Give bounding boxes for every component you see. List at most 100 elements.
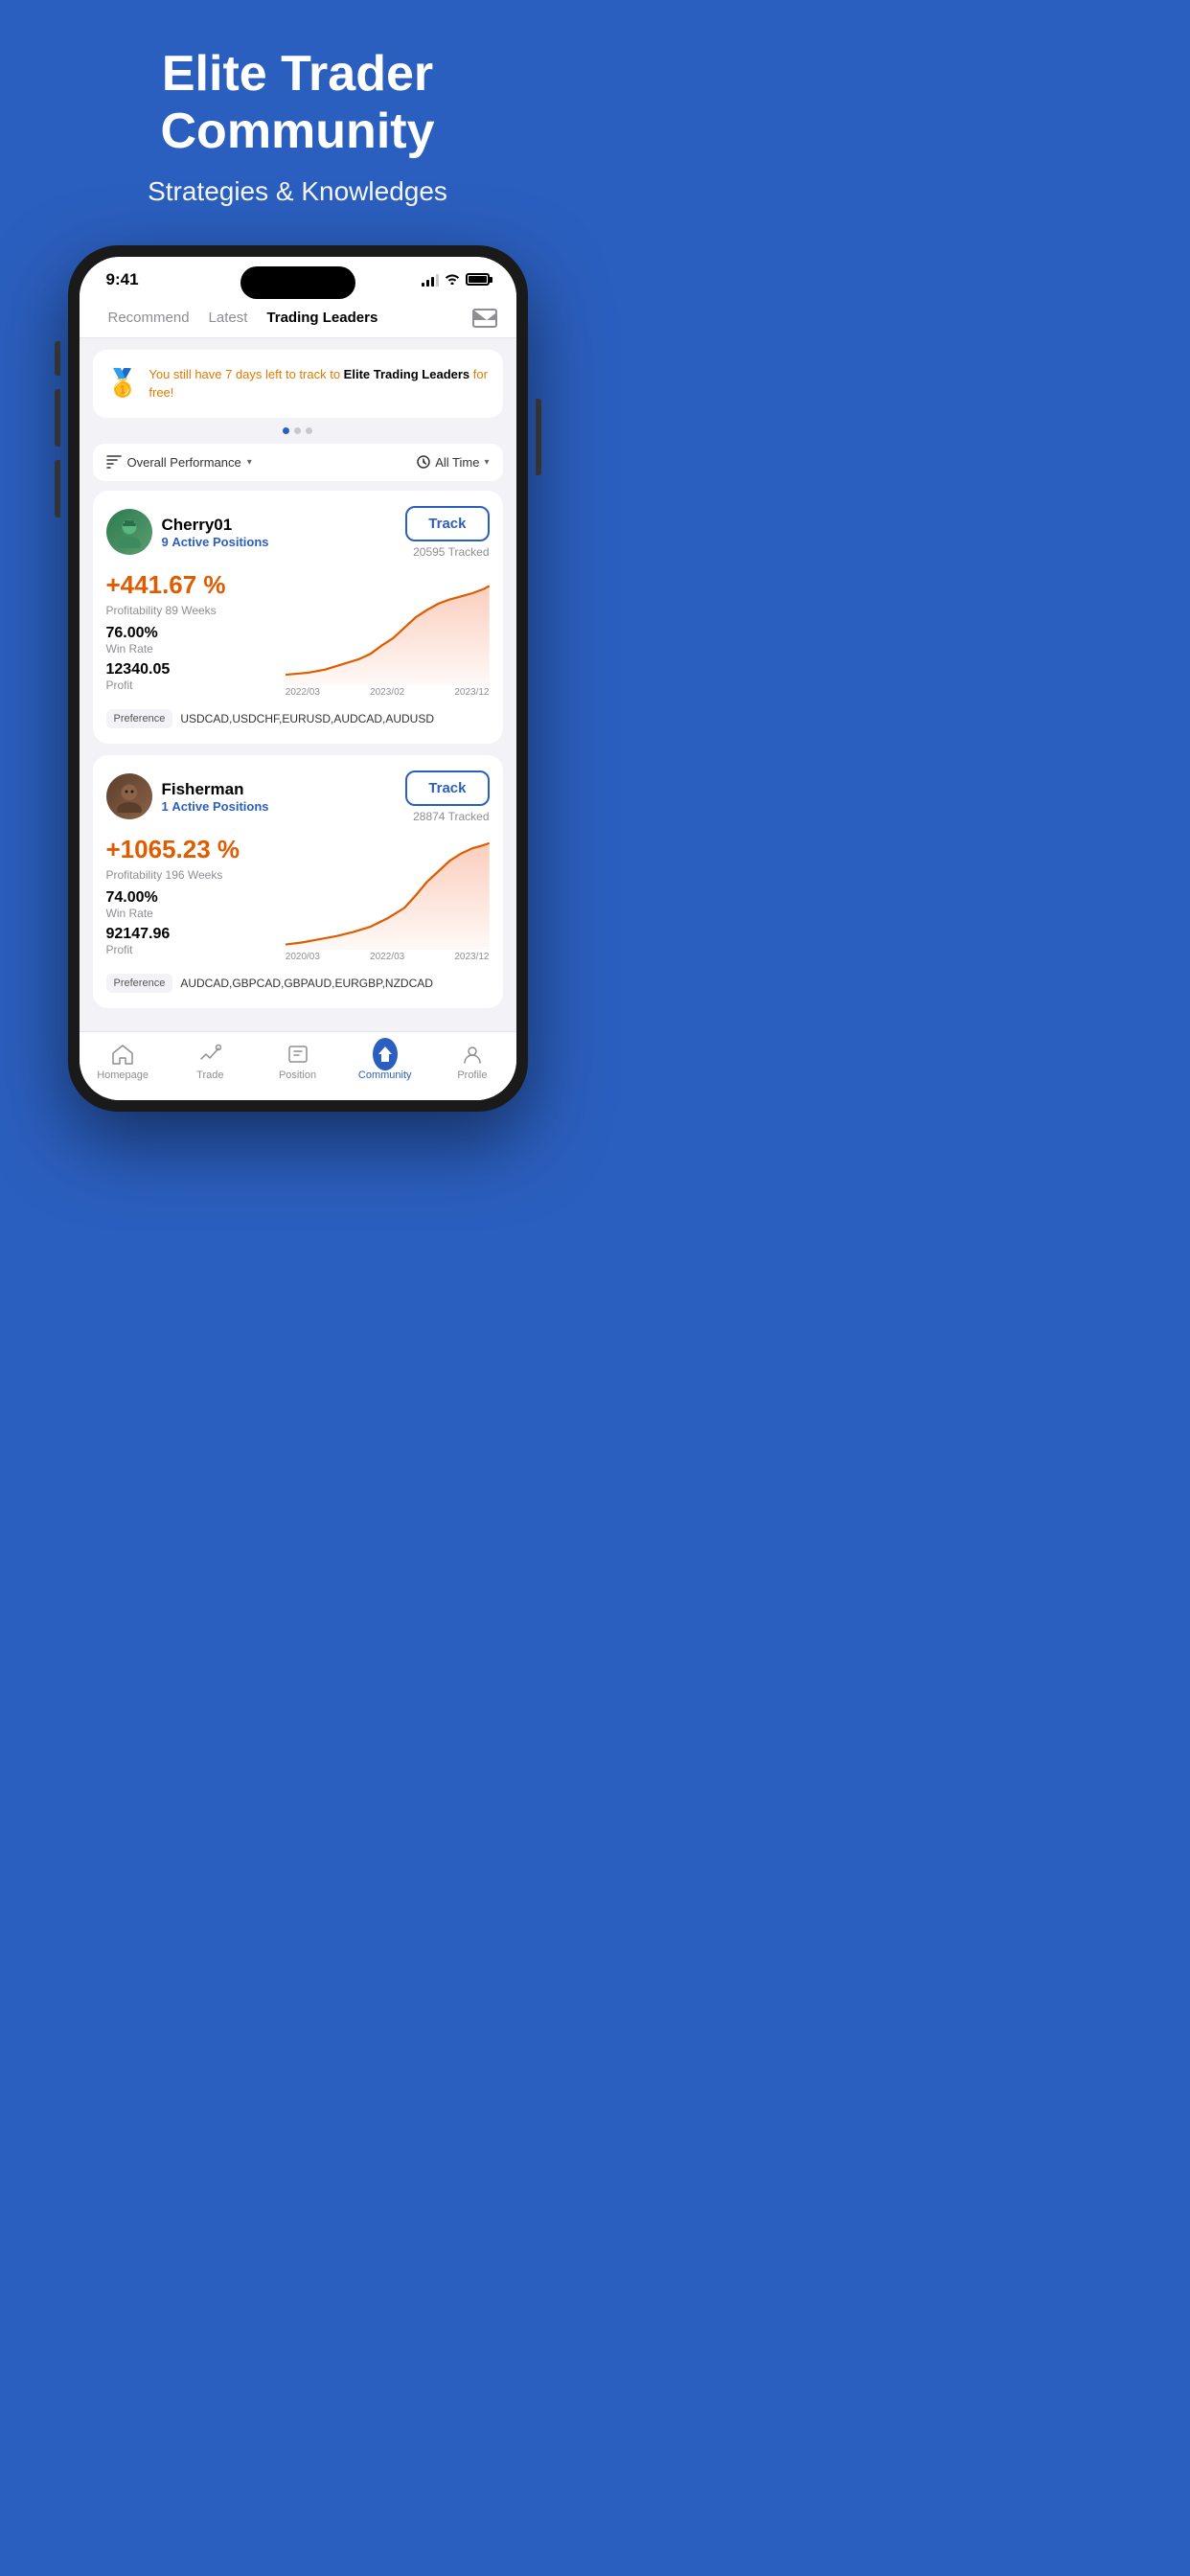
side-button-power [536, 399, 541, 475]
win-rate-cherry01: 76.00% [106, 625, 276, 642]
hero-title: Elite TraderCommunity [38, 46, 557, 161]
sort-icon [106, 455, 122, 469]
positions-label-fisherman: Active Positions [172, 799, 268, 814]
tab-latest[interactable]: Latest [199, 310, 258, 326]
trader-header-cherry01: Cherry01 9 Active Positions Track 20595 … [106, 506, 490, 559]
dot-2 [294, 427, 301, 434]
promo-banner: 🥇 You still have 7 days left to track to… [93, 350, 503, 418]
signal-bar-2 [426, 280, 429, 287]
community-badge [373, 1038, 398, 1070]
tab-recommend[interactable]: Recommend [99, 310, 199, 326]
win-rate-fisherman: 74.00% [106, 889, 276, 907]
track-button-fisherman[interactable]: Track [405, 770, 489, 806]
trader-info-cherry01: Cherry01 9 Active Positions [162, 516, 397, 549]
banner-text: You still have 7 days left to track to E… [149, 365, 489, 402]
tracked-count-cherry01: 20595 Tracked [405, 545, 489, 559]
chart-section-cherry01: 2022/03 2023/02 2023/12 [286, 570, 490, 698]
battery-fill [469, 276, 487, 283]
signal-bar-3 [431, 277, 434, 287]
trader-name-cherry01: Cherry01 [162, 516, 397, 535]
trader-card-cherry01: Cherry01 9 Active Positions Track 20595 … [93, 491, 503, 744]
nav-label-community: Community [358, 1070, 412, 1081]
preference-pairs-fisherman: AUDCAD,GBPCAD,GBPAUD,EURGBP,NZDCAD [180, 977, 433, 990]
chart-date-3-fish: 2023/12 [454, 952, 489, 962]
side-button-mute [55, 341, 60, 376]
dot-1 [283, 427, 289, 434]
nav-tabs: Recommend Latest Trading Leaders [80, 295, 516, 338]
preference-row-fisherman: Preference AUDCAD,GBPCAD,GBPAUD,EURGBP,N… [106, 974, 490, 993]
status-icons [422, 272, 490, 288]
chart-date-1: 2022/03 [286, 687, 320, 698]
trader-card-fisherman: Fisherman 1 Active Positions Track 28874… [93, 755, 503, 1008]
trader-avatar-fisherman-image [113, 780, 146, 813]
chart-cherry01 [286, 570, 490, 685]
preference-pairs-cherry01: USDCAD,USDCHF,EURUSD,AUDCAD,AUDUSD [180, 712, 434, 725]
filter-row[interactable]: Overall Performance ▾ All Time ▾ [93, 444, 503, 481]
trader-info-fisherman: Fisherman 1 Active Positions [162, 780, 397, 814]
trader-stats-cherry01: +441.67 % Profitability 89 Weeks 76.00% … [106, 570, 276, 698]
positions-count-cherry01: 9 [162, 535, 169, 549]
banner-bold: Elite Trading Leaders [344, 367, 470, 381]
track-button-cherry01[interactable]: Track [405, 506, 489, 541]
trader-avatar-cherry01-image [113, 516, 146, 548]
chevron-down-icon-2: ▾ [484, 457, 489, 468]
profit-fisherman: 92147.96 [106, 926, 276, 943]
content-area: 🥇 You still have 7 days left to track to… [80, 338, 516, 1031]
phone-shell: 9:41 [68, 245, 528, 1112]
chart-svg-fisherman [286, 835, 490, 950]
profit-cherry01: 12340.05 [106, 661, 276, 678]
preference-badge-cherry01: Preference [106, 709, 173, 728]
trader-name-fisherman: Fisherman [162, 780, 397, 799]
profit-label-cherry01: Profit [106, 678, 276, 692]
home-icon [110, 1042, 135, 1067]
medal-icon: 🥇 [106, 367, 140, 399]
status-time: 9:41 [106, 270, 139, 289]
win-rate-label-cherry01: Win Rate [106, 642, 276, 656]
profitability-label-cherry01: Profitability 89 Weeks [106, 604, 276, 617]
profile-icon [460, 1042, 485, 1067]
mail-icon[interactable] [472, 309, 497, 328]
dot-3 [306, 427, 312, 434]
carousel-dots [93, 427, 503, 434]
nav-item-trade[interactable]: Trade [167, 1042, 254, 1081]
tracked-count-fisherman: 28874 Tracked [405, 810, 489, 823]
avatar-cherry01 [106, 509, 152, 555]
phone-mockup: 9:41 [68, 245, 528, 1112]
signal-bar-4 [436, 274, 439, 287]
nav-label-homepage: Homepage [97, 1070, 149, 1081]
trade-icon [197, 1042, 222, 1067]
time-filter[interactable]: All Time ▾ [417, 455, 489, 470]
side-button-vol-up [55, 389, 60, 447]
wifi-icon [445, 272, 460, 288]
chart-date-1-fish: 2020/03 [286, 952, 320, 962]
trader-stats-fisherman: +1065.23 % Profitability 196 Weeks 74.00… [106, 835, 276, 962]
profit-label-fisherman: Profit [106, 943, 276, 956]
profit-pct-fisherman: +1065.23 % [106, 835, 276, 864]
chart-fisherman [286, 835, 490, 950]
profit-pct-cherry01: +441.67 % [106, 570, 276, 600]
preference-row-cherry01: Preference USDCAD,USDCHF,EURUSD,AUDCAD,A… [106, 709, 490, 728]
chart-date-2-fish: 2022/03 [370, 952, 404, 962]
track-section-fisherman: Track 28874 Tracked [405, 770, 489, 823]
chart-svg-cherry01 [286, 570, 490, 685]
nav-item-community[interactable]: Community [341, 1042, 428, 1081]
win-rate-label-fisherman: Win Rate [106, 907, 276, 920]
clock-icon [417, 455, 430, 469]
chart-date-3: 2023/12 [454, 687, 489, 698]
avatar-fisherman [106, 773, 152, 819]
trader-positions-cherry01: 9 Active Positions [162, 535, 397, 549]
community-icon [373, 1042, 398, 1067]
performance-filter[interactable]: Overall Performance ▾ [106, 455, 252, 470]
tab-trading-leaders[interactable]: Trading Leaders [257, 310, 387, 326]
nav-item-position[interactable]: Position [254, 1042, 341, 1081]
nav-item-homepage[interactable]: Homepage [80, 1042, 167, 1081]
nav-item-profile[interactable]: Profile [428, 1042, 515, 1081]
chart-dates-cherry01: 2022/03 2023/02 2023/12 [286, 687, 490, 698]
time-label: All Time [435, 455, 479, 470]
positions-label-cherry01: Active Positions [172, 535, 268, 549]
chart-date-2: 2023/02 [370, 687, 404, 698]
trader-positions-fisherman: 1 Active Positions [162, 799, 397, 814]
positions-count-fisherman: 1 [162, 799, 169, 814]
profitability-label-fisherman: Profitability 196 Weeks [106, 868, 276, 882]
phone-screen: 9:41 [80, 257, 516, 1100]
